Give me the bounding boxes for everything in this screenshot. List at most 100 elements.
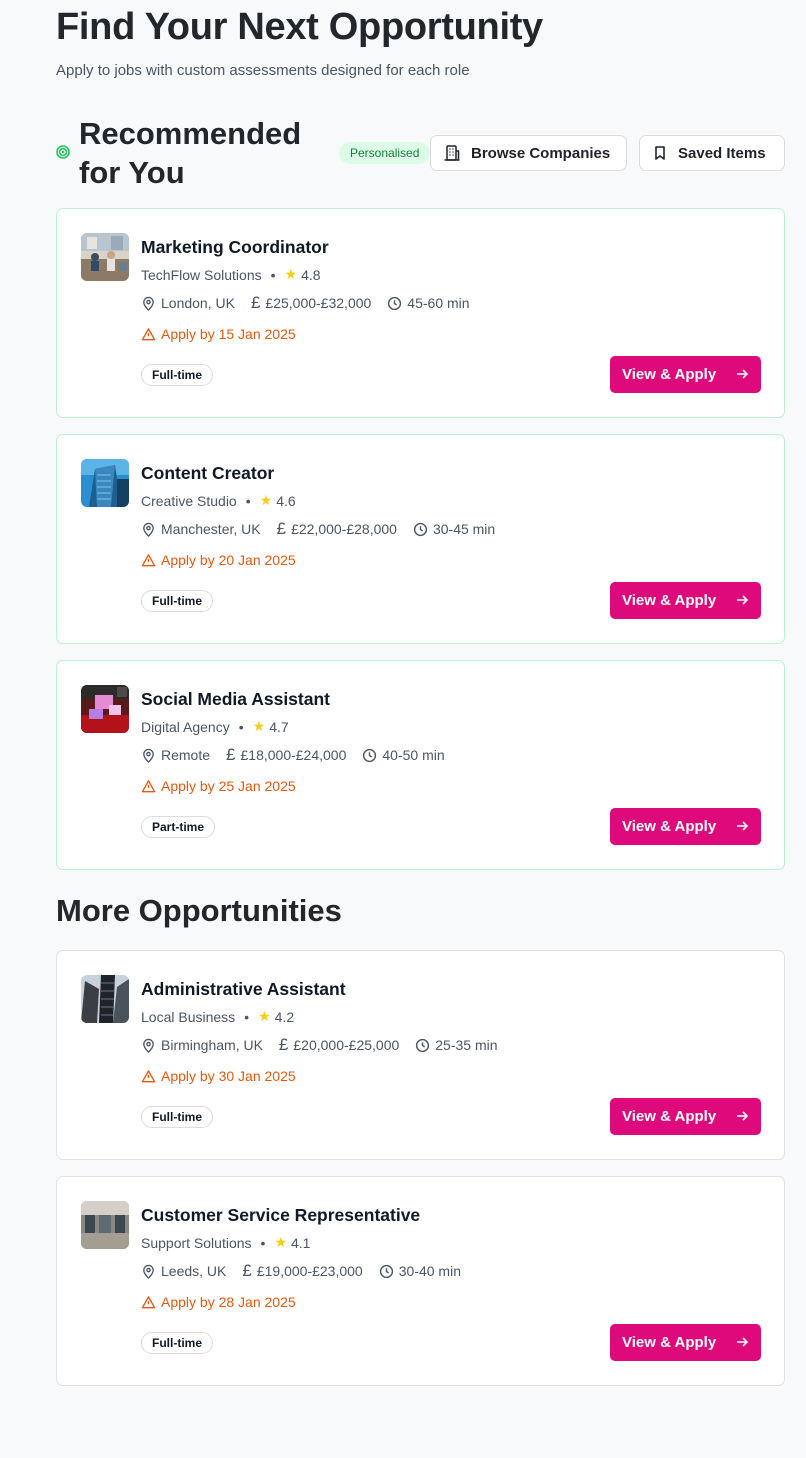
star-icon: ★ (259, 492, 273, 508)
job-type-badge: Full-time (141, 1332, 213, 1354)
pound-icon: £ (278, 1035, 289, 1054)
duration: 40-50 min (362, 747, 445, 763)
salary: £ £22,000-£28,000 (276, 519, 397, 538)
duration: 30-40 min (379, 1263, 461, 1279)
duration: 25-35 min (415, 1037, 498, 1053)
company-name: Creative Studio (141, 492, 237, 509)
job-type-badge: Full-time (141, 590, 213, 612)
company-line: Digital Agency • ★ 4.7 (141, 718, 289, 735)
separator-dot: • (238, 718, 244, 735)
warning-icon (141, 327, 156, 340)
rating: 4.8 (301, 266, 321, 283)
saved-items-button[interactable]: Saved Items (639, 135, 785, 171)
clock-icon (363, 748, 377, 762)
deadline: Apply by 28 Jan 2025 (141, 1294, 296, 1310)
separator-dot: • (260, 1234, 266, 1251)
job-type-badge: Full-time (141, 364, 213, 386)
view-apply-button[interactable]: View & Apply (610, 582, 761, 619)
deadline: Apply by 30 Jan 2025 (141, 1068, 296, 1084)
duration: 30-45 min (413, 521, 495, 537)
star-icon: ★ (274, 1234, 287, 1250)
job-card: Marketing Coordinator TechFlow Solutions… (56, 208, 785, 418)
company-logo (81, 233, 129, 281)
page-title: Find Your Next Opportunity (56, 6, 543, 48)
star-icon: ★ (284, 266, 298, 282)
saved-items-label: Saved Items (678, 144, 766, 162)
salary: £ £18,000-£24,000 (226, 745, 347, 764)
separator-dot: • (245, 492, 251, 509)
job-card: Content Creator Creative Studio • ★ 4.6 … (56, 434, 785, 644)
warning-icon (141, 1295, 156, 1308)
company-line: TechFlow Solutions • ★ 4.8 (141, 266, 321, 283)
clock-icon (416, 1038, 430, 1052)
location: Leeds, UK (141, 1263, 226, 1279)
warning-icon (141, 1069, 156, 1082)
job-meta: Manchester, UK £ £22,000-£28,000 30-45 m… (141, 519, 511, 539)
arrow-right-icon (737, 369, 749, 379)
building-icon (444, 145, 460, 161)
personalised-badge: Personalised (339, 142, 431, 164)
warning-icon (141, 779, 156, 792)
job-title[interactable]: Content Creator (141, 463, 274, 484)
job-meta: London, UK £ £25,000-£32,000 45-60 min (141, 293, 486, 313)
salary: £ £20,000-£25,000 (278, 1035, 400, 1054)
company-name: Support Solutions (141, 1234, 252, 1251)
deadline: Apply by 20 Jan 2025 (141, 552, 296, 568)
view-apply-button[interactable]: View & Apply (610, 356, 761, 393)
pound-icon: £ (276, 519, 287, 538)
company-logo (81, 975, 129, 1023)
arrow-right-icon (737, 1337, 749, 1347)
job-title[interactable]: Marketing Coordinator (141, 237, 329, 258)
location: Manchester, UK (141, 521, 261, 537)
company-logo (81, 1201, 129, 1249)
location: London, UK (141, 295, 235, 311)
pound-icon: £ (242, 1261, 252, 1280)
deadline: Apply by 25 Jan 2025 (141, 778, 296, 794)
browse-companies-button[interactable]: Browse Companies (430, 135, 627, 171)
map-pin-icon (143, 748, 154, 763)
view-apply-button[interactable]: View & Apply (610, 808, 761, 845)
target-icon (56, 145, 70, 159)
job-meta: Birmingham, UK £ £20,000-£25,000 25-35 m… (141, 1035, 514, 1055)
arrow-right-icon (737, 821, 749, 831)
company-line: Creative Studio • ★ 4.6 (141, 492, 296, 509)
salary: £ £25,000-£32,000 (250, 293, 372, 312)
company-logo (81, 685, 129, 733)
job-meta: Leeds, UK £ £19,000-£23,000 30-40 min (141, 1261, 477, 1281)
rating: 4.2 (274, 1008, 295, 1025)
clock-icon (413, 522, 428, 536)
arrow-right-icon (737, 1111, 749, 1121)
separator-dot: • (244, 1008, 250, 1025)
pound-icon: £ (226, 745, 236, 764)
separator-dot: • (270, 266, 276, 283)
view-apply-button[interactable]: View & Apply (610, 1098, 761, 1135)
job-title[interactable]: Administrative Assistant (141, 979, 346, 1000)
job-card: Customer Service Representative Support … (56, 1176, 785, 1386)
recommended-title: Recommended for You (79, 116, 302, 190)
company-logo (81, 459, 129, 507)
more-opportunities-title: More Opportunities (56, 893, 342, 928)
rating: 4.1 (291, 1234, 311, 1251)
company-name: Local Business (141, 1008, 236, 1025)
clock-icon (388, 296, 402, 310)
job-title[interactable]: Social Media Assistant (141, 689, 330, 710)
job-title[interactable]: Customer Service Representative (141, 1205, 420, 1226)
company-line: Support Solutions • ★ 4.1 (141, 1234, 310, 1251)
pound-icon: £ (250, 293, 261, 312)
rating: 4.7 (269, 718, 289, 735)
duration: 45-60 min (387, 295, 470, 311)
job-type-badge: Full-time (141, 1106, 213, 1128)
location: Birmingham, UK (141, 1037, 263, 1053)
clock-icon (379, 1264, 393, 1278)
job-meta: Remote £ £18,000-£24,000 40-50 min (141, 745, 461, 765)
deadline: Apply by 15 Jan 2025 (141, 326, 296, 342)
recommended-header: Recommended for You Personalised Browse … (56, 114, 785, 190)
job-type-badge: Part-time (141, 816, 216, 838)
map-pin-icon (143, 296, 154, 311)
rating: 4.6 (276, 492, 296, 509)
location: Remote (141, 747, 210, 763)
bookmark-icon (655, 146, 665, 160)
job-card: Administrative Assistant Local Business … (56, 950, 785, 1160)
view-apply-button[interactable]: View & Apply (610, 1324, 761, 1361)
company-line: Local Business • ★ 4.2 (141, 1008, 294, 1025)
